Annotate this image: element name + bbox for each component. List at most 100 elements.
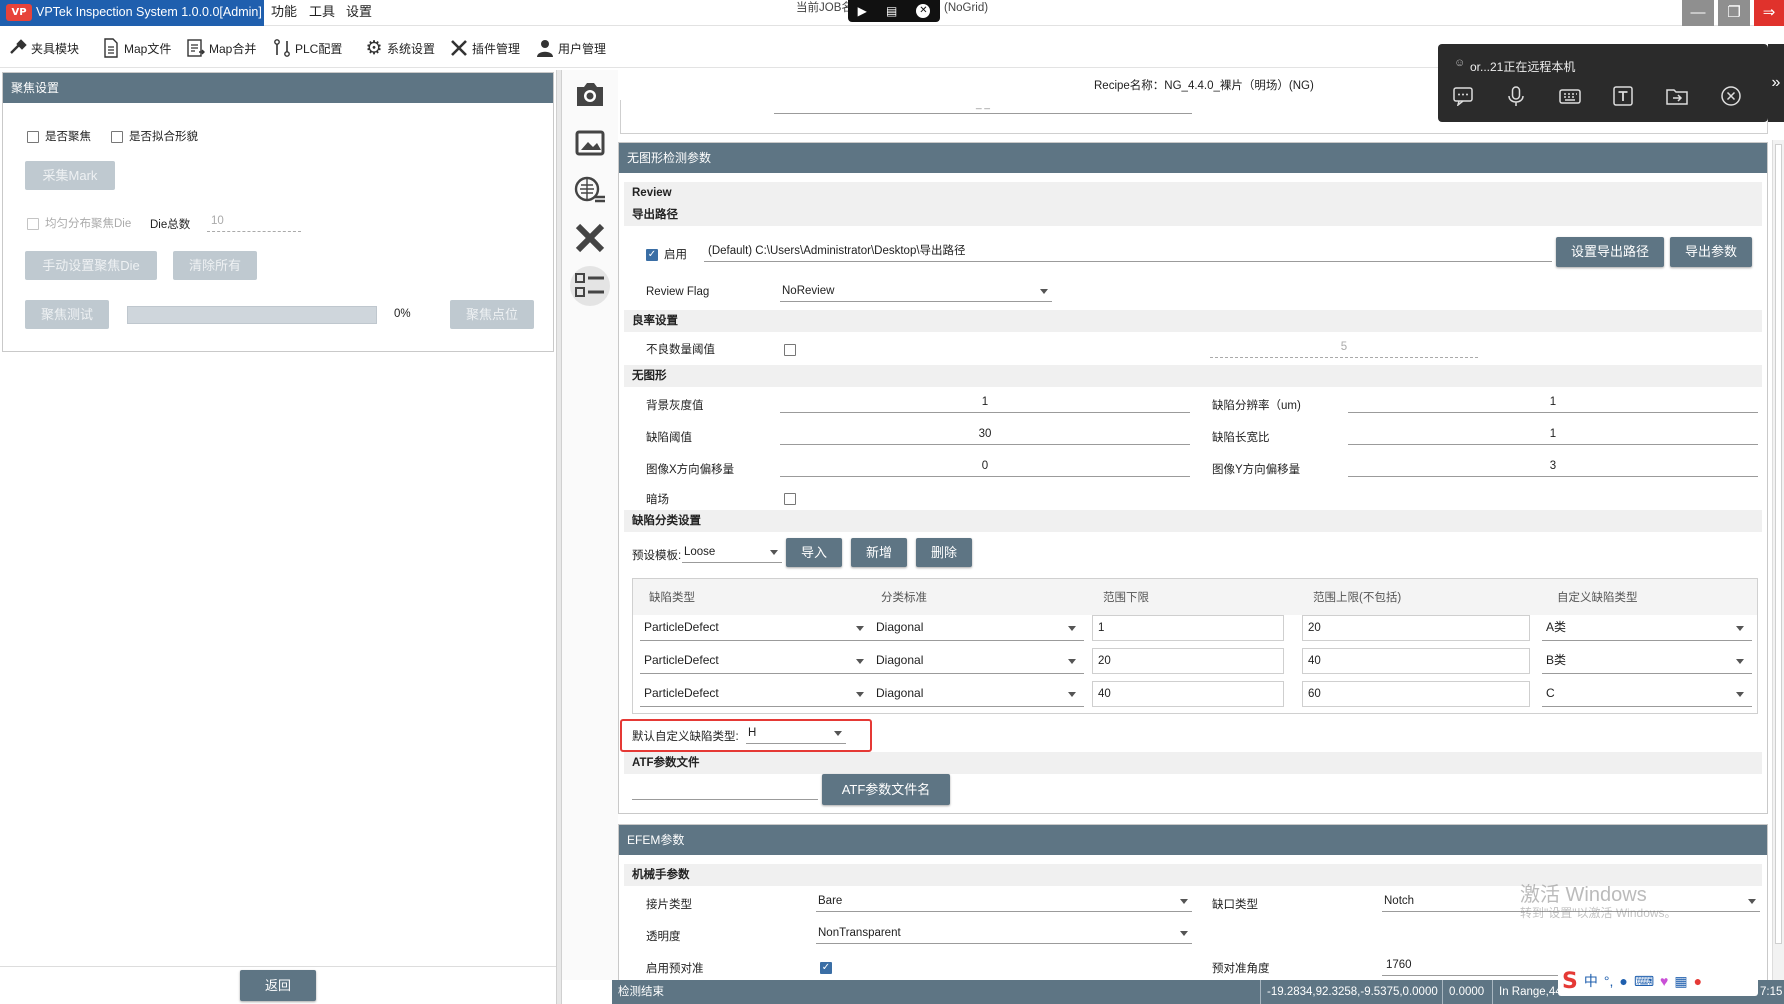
select-value: Bare bbox=[818, 895, 843, 907]
checkbox-box[interactable] bbox=[27, 130, 39, 143]
bad-count-checkbox[interactable] bbox=[784, 342, 802, 356]
pointer-icon[interactable]: ▶ bbox=[858, 4, 867, 18]
ime-logo-icon[interactable]: S bbox=[1562, 969, 1578, 994]
minimize-button[interactable]: — bbox=[1682, 0, 1714, 26]
toolbar-map-merge[interactable]: Map合并 bbox=[186, 34, 256, 62]
table-row-1-range-low[interactable]: 1 bbox=[1092, 615, 1284, 641]
transparency-select[interactable]: NonTransparent bbox=[816, 924, 1192, 944]
scrollbar-thumb[interactable] bbox=[1775, 144, 1782, 944]
ime-keyboard-icon[interactable]: ⌨ bbox=[1634, 973, 1654, 990]
checkbox-box[interactable]: ✓ bbox=[646, 248, 658, 261]
focus-progress-bar bbox=[127, 306, 377, 324]
bg-gray-field[interactable]: 1 bbox=[780, 393, 1190, 413]
table-row-2-custom-type[interactable]: B类 bbox=[1542, 648, 1752, 674]
toolbar-system-settings[interactable]: ⚙ 系统设置 bbox=[364, 34, 435, 62]
table-row-3-range-high[interactable]: 60 bbox=[1302, 681, 1530, 707]
die-total-field[interactable]: 10 bbox=[207, 212, 301, 232]
prealign-checkbox[interactable]: ✓ bbox=[820, 960, 838, 974]
bad-count-field[interactable]: 5 bbox=[1210, 338, 1478, 358]
mic-icon[interactable] bbox=[1505, 85, 1527, 110]
defect-aspect-field[interactable]: 1 bbox=[1348, 425, 1758, 445]
main-scrollbar[interactable] bbox=[1772, 140, 1784, 980]
chevron-down-icon bbox=[1748, 899, 1756, 904]
wafer-type-select[interactable]: Bare bbox=[816, 892, 1192, 912]
recipe-name: Recipe名称：NG_4.4.0_裸片（明场）(NG) bbox=[1094, 80, 1314, 92]
popup-expand-button[interactable]: » bbox=[1768, 44, 1784, 122]
table-row-1-custom-type[interactable]: A类 bbox=[1542, 615, 1752, 641]
table-row-2-range-high[interactable]: 40 bbox=[1302, 648, 1530, 674]
maximize-button[interactable]: ❐ bbox=[1718, 0, 1750, 26]
table-row-2-classify-std[interactable]: Diagonal bbox=[872, 648, 1084, 674]
defect-resolution-field[interactable]: 1 bbox=[1348, 393, 1758, 413]
menu-function[interactable]: 功能 bbox=[271, 0, 297, 26]
toolbar-plc-config[interactable]: PLC配置 bbox=[272, 34, 342, 62]
table-row-1-range-high[interactable]: 20 bbox=[1302, 615, 1530, 641]
menu-settings[interactable]: 设置 bbox=[346, 0, 372, 26]
collect-mark-button[interactable]: 采集Mark bbox=[25, 161, 115, 190]
darkfield-checkbox[interactable] bbox=[784, 491, 802, 505]
checkbox-box[interactable] bbox=[27, 217, 39, 230]
table-row-2-range-low[interactable]: 20 bbox=[1092, 648, 1284, 674]
toolbar-fixture-module[interactable]: 夹具模块 bbox=[8, 34, 79, 62]
ime-mic-icon[interactable]: ● bbox=[1619, 973, 1627, 989]
image-x-offset-field[interactable]: 0 bbox=[780, 457, 1190, 477]
table-row-1-classify-std[interactable]: Diagonal bbox=[872, 615, 1084, 641]
close-window-button[interactable]: ⇒ bbox=[1754, 0, 1784, 26]
table-row-3-range-low[interactable]: 40 bbox=[1092, 681, 1284, 707]
image-y-offset-field[interactable]: 3 bbox=[1348, 457, 1758, 477]
checkbox-box[interactable]: ✓ bbox=[820, 961, 832, 974]
checkbox-box[interactable] bbox=[784, 343, 796, 356]
fit-shape-checkbox[interactable]: 是否拟合形貌 bbox=[111, 128, 198, 144]
chat-icon[interactable] bbox=[1452, 86, 1474, 109]
table-row-3-classify-std[interactable]: Diagonal bbox=[872, 681, 1084, 707]
ime-skin-icon[interactable]: ♥ bbox=[1660, 973, 1668, 989]
set-export-path-button[interactable]: 设置导出路径 bbox=[1556, 237, 1664, 267]
focus-point-button[interactable]: 聚焦点位 bbox=[450, 300, 534, 329]
prealign-angle-field[interactable]: 1760 bbox=[1382, 956, 1572, 976]
text-icon[interactable] bbox=[1612, 85, 1634, 110]
table-row-1-defect-type[interactable]: ParticleDefect bbox=[640, 615, 872, 641]
tools-icon[interactable] bbox=[570, 218, 610, 258]
manual-die-button[interactable]: 手动设置聚焦Die bbox=[25, 251, 157, 280]
close-circle-icon[interactable] bbox=[1720, 85, 1742, 110]
atf-file-field[interactable] bbox=[632, 780, 818, 800]
toolbar-user-manager[interactable]: 用户管理 bbox=[535, 34, 606, 62]
ime-grid-icon[interactable]: ▦ bbox=[1674, 973, 1687, 990]
ime-extra-icon[interactable]: ● bbox=[1694, 973, 1702, 989]
toolbar-plugin-manager[interactable]: 插件管理 bbox=[449, 34, 520, 62]
table-row-3-defect-type[interactable]: ParticleDefect bbox=[640, 681, 872, 707]
delete-button[interactable]: 删除 bbox=[916, 538, 972, 567]
back-button[interactable]: 返回 bbox=[240, 970, 316, 1001]
toolbar-map-file[interactable]: Map文件 bbox=[101, 34, 171, 62]
menu-tools[interactable]: 工具 bbox=[309, 0, 335, 26]
folder-icon[interactable] bbox=[1665, 86, 1689, 109]
close-icon[interactable]: ✕ bbox=[916, 4, 931, 18]
focus-test-button[interactable]: 聚焦测试 bbox=[25, 300, 109, 329]
default-type-select[interactable]: H bbox=[746, 724, 846, 744]
checkbox-box[interactable] bbox=[111, 130, 123, 143]
import-button[interactable]: 导入 bbox=[786, 538, 842, 567]
export-params-button[interactable]: 导出参数 bbox=[1670, 237, 1752, 267]
checkbox-box[interactable] bbox=[784, 492, 796, 505]
export-path-field[interactable]: (Default) C:\Users\Administrator\Desktop… bbox=[704, 242, 1552, 262]
review-flag-select[interactable]: NoReview bbox=[780, 282, 1052, 302]
focus-checkbox[interactable]: 是否聚焦 bbox=[27, 128, 91, 144]
keyboard-icon[interactable] bbox=[1558, 86, 1582, 109]
ime-chinese-icon[interactable]: 中 bbox=[1584, 971, 1598, 991]
defect-threshold-field[interactable]: 30 bbox=[780, 425, 1190, 445]
add-button[interactable]: 新增 bbox=[851, 538, 907, 567]
screen-icon[interactable]: ▤ bbox=[886, 4, 897, 18]
camera-icon[interactable] bbox=[570, 74, 610, 114]
export-enable-checkbox[interactable]: ✓ 启用 bbox=[646, 246, 687, 262]
clear-all-button[interactable]: 清除所有 bbox=[173, 251, 257, 280]
checklist-icon[interactable] bbox=[570, 266, 610, 306]
table-row-2-defect-type[interactable]: ParticleDefect bbox=[640, 648, 872, 674]
atf-file-button[interactable]: ATF参数文件名 bbox=[822, 774, 950, 805]
table-row-3-custom-type[interactable]: C bbox=[1542, 681, 1752, 707]
ime-punct-icon[interactable]: °, bbox=[1604, 973, 1614, 989]
recipe-top-field[interactable]: _ _ bbox=[774, 96, 1192, 114]
image-edit-icon[interactable] bbox=[570, 122, 610, 162]
preset-select[interactable]: Loose bbox=[682, 543, 782, 563]
uniform-die-checkbox[interactable]: 均匀分布聚焦Die bbox=[27, 215, 131, 231]
wafer-list-icon[interactable] bbox=[570, 170, 610, 210]
